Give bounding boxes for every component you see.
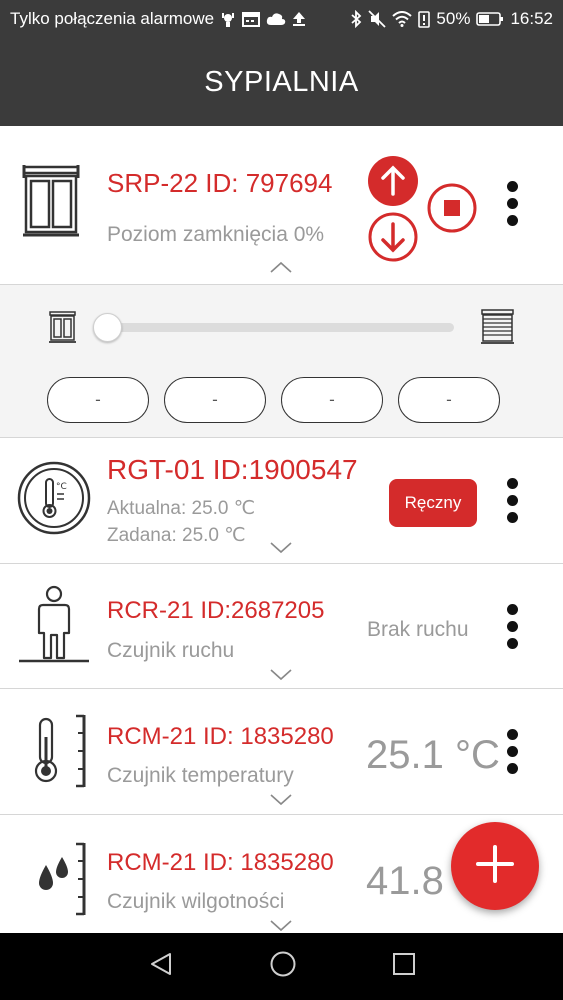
back-icon[interactable] [148, 951, 174, 982]
chevron-down-icon[interactable] [270, 668, 292, 686]
upload-icon [292, 9, 306, 29]
set-temperature: Zadana: 25.0 ℃ [107, 525, 246, 546]
battery-saver-icon [418, 9, 431, 29]
motion-status: Brak ruchu [367, 618, 469, 641]
device-card-temperature[interactable]: RCM-21 ID: 1835280 Czujnik temperatury 2… [0, 689, 563, 815]
add-device-button[interactable] [451, 822, 539, 910]
device-card-thermostat[interactable]: °C RGT-01 ID:1900547 Aktualna: 25.0 ℃ Za… [0, 438, 563, 564]
system-nav-bar [0, 933, 563, 1000]
thermostat-icon: °C [17, 461, 91, 540]
current-temperature: Aktualna: 25.0 ℃ [107, 498, 256, 519]
usb-debug-icon [220, 9, 236, 29]
carrier-text: Tylko połączenia alarmowe [10, 9, 215, 28]
mute-icon [368, 9, 387, 29]
mode-manual-button[interactable]: Ręczny [389, 479, 477, 527]
window-shutter-icon [22, 164, 80, 245]
device-title: RCM-21 ID: 1835280 [107, 849, 334, 876]
device-card-motion[interactable]: RCR-21 ID:2687205 Czujnik ruchu Brak ruc… [0, 564, 563, 689]
device-subtitle: Czujnik ruchu [107, 639, 235, 662]
preset-button-3[interactable]: - [281, 377, 383, 423]
device-title: RCM-21 ID: 1835280 [107, 723, 334, 750]
page-title: SYPIALNIA [204, 65, 359, 98]
app-bar: SYPIALNIA [0, 38, 563, 126]
svg-text:°C: °C [56, 482, 67, 492]
device-title: RCR-21 ID:2687205 [107, 597, 325, 624]
plus-icon [475, 844, 515, 889]
chevron-up-icon[interactable] [270, 260, 292, 278]
battery-icon [476, 9, 504, 29]
shutter-down-button[interactable] [368, 212, 418, 267]
chevron-down-icon[interactable] [270, 919, 292, 933]
shutter-up-button[interactable] [368, 156, 418, 211]
more-options-icon[interactable] [502, 181, 522, 226]
recents-icon[interactable] [392, 952, 416, 981]
device-subtitle: Czujnik wilgotności [107, 890, 285, 913]
device-title: RGT-01 ID:1900547 [107, 454, 358, 485]
preset-button-2[interactable]: - [164, 377, 266, 423]
status-bar: Tylko połączenia alarmowe 50% 16:52 [0, 0, 563, 38]
shutter-slider-track[interactable] [100, 323, 454, 332]
thermometer-icon [32, 713, 90, 794]
more-options-icon[interactable] [502, 478, 522, 523]
calendar-icon [242, 9, 261, 29]
shutter-closed-icon [481, 309, 514, 349]
wifi-icon [392, 9, 413, 29]
chevron-down-icon[interactable] [270, 793, 292, 811]
battery-percent: 50% [436, 9, 471, 28]
clock: 16:52 [510, 9, 553, 28]
person-motion-icon [18, 585, 90, 670]
device-card-shutter[interactable]: SRP-22 ID: 797694 Poziom zamknięcia 0% [0, 126, 563, 285]
preset-button-1[interactable]: - [47, 377, 149, 423]
shutter-stop-button[interactable] [427, 183, 477, 238]
home-icon[interactable] [269, 950, 297, 983]
humidity-drops-icon [34, 841, 90, 922]
device-subtitle: Poziom zamknięcia 0% [107, 223, 325, 246]
device-subtitle: Czujnik temperatury [107, 764, 294, 787]
shutter-slider-thumb[interactable] [93, 313, 122, 342]
more-options-icon[interactable] [502, 604, 522, 649]
temperature-value: 25.1 °C [366, 733, 500, 777]
device-title: SRP-22 ID: 797694 [107, 168, 333, 198]
cloud-icon [266, 9, 286, 29]
preset-button-4[interactable]: - [398, 377, 500, 423]
shutter-open-icon [49, 311, 76, 349]
more-options-icon[interactable] [502, 729, 522, 774]
bluetooth-icon [350, 9, 362, 29]
chevron-down-icon[interactable] [270, 541, 292, 559]
